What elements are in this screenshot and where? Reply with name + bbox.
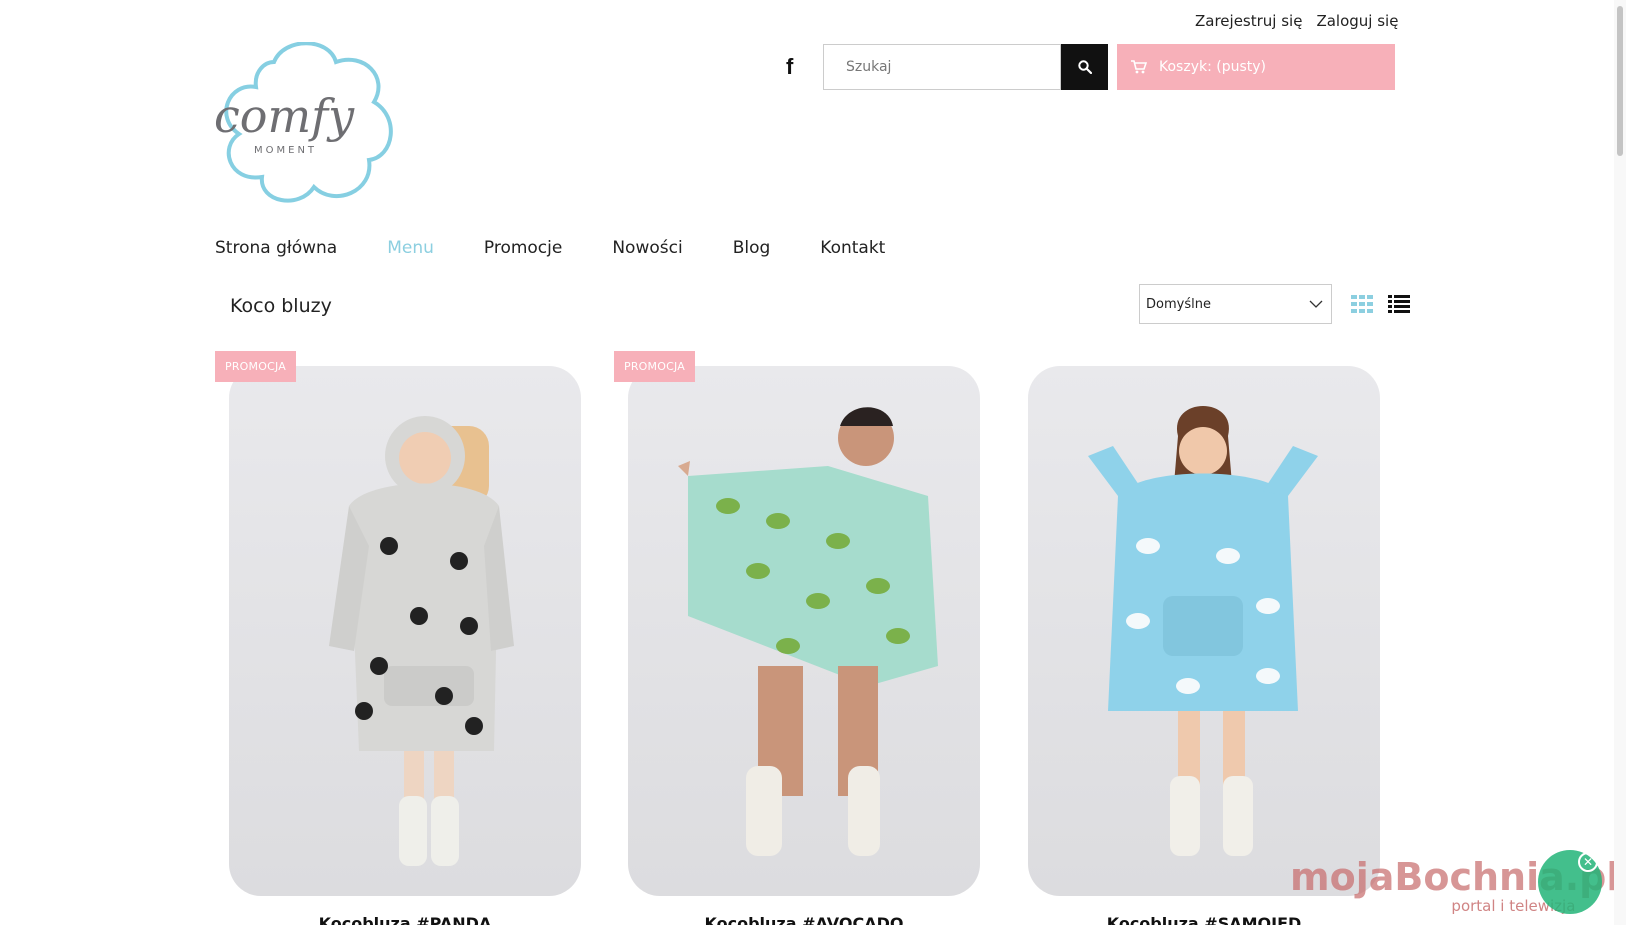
product-image[interactable] (628, 366, 980, 896)
promo-badge: PROMOCJA (614, 351, 695, 382)
facebook-icon[interactable]: f (786, 54, 793, 80)
hoodie-illustration (678, 407, 938, 856)
nav-item-promotions[interactable]: Promocje (484, 238, 562, 258)
promo-badge: PROMOCJA (215, 351, 296, 382)
cart-button[interactable]: Koszyk: (pusty) (1117, 44, 1395, 90)
hoodie-illustration (1088, 406, 1318, 856)
search-box (823, 44, 1061, 90)
nav-item-blog[interactable]: Blog (733, 238, 771, 258)
product-image[interactable] (229, 366, 581, 896)
chevron-down-icon (1309, 300, 1323, 308)
product-name[interactable]: Kocobluza #PANDA (229, 914, 581, 925)
nav-item-contact[interactable]: Kontakt (820, 238, 885, 258)
list-view-icon[interactable] (1388, 295, 1410, 317)
sort-select[interactable]: Domyślne (1139, 284, 1332, 324)
account-links: Zarejestruj się Zaloguj się (1195, 12, 1398, 30)
login-link[interactable]: Zaloguj się (1316, 12, 1398, 30)
nav-item-home[interactable]: Strona główna (215, 238, 337, 258)
product-name[interactable]: Kocobluza #SAMOJED (1028, 914, 1380, 925)
product-card[interactable]: Kocobluza #SAMOJED (1028, 366, 1380, 925)
product-image[interactable] (1028, 366, 1380, 896)
close-icon[interactable]: ✕ (1578, 852, 1598, 872)
search-button[interactable] (1061, 44, 1108, 90)
cart-label: Koszyk: (pusty) (1159, 59, 1267, 75)
search-icon (1077, 60, 1092, 74)
category-title: Koco bluzy (230, 295, 332, 317)
svg-text:MOMENT: MOMENT (254, 145, 317, 156)
scrollbar[interactable] (1614, 0, 1626, 925)
watermark-subtitle: portal i telewizja (1451, 897, 1576, 915)
scrollbar-thumb[interactable] (1617, 6, 1623, 156)
nav-item-menu[interactable]: Menu (387, 238, 434, 258)
main-nav: Strona główna Menu Promocje Nowości Blog… (215, 238, 935, 258)
sort-selected-value: Domyślne (1146, 296, 1211, 312)
cart-icon (1131, 60, 1147, 74)
nav-item-new[interactable]: Nowości (612, 238, 682, 258)
register-link[interactable]: Zarejestruj się (1195, 12, 1302, 30)
hoodie-illustration (329, 416, 514, 866)
product-card[interactable]: PROMOCJA Kocobluza #PANDA (215, 351, 581, 925)
product-name[interactable]: Kocobluza #AVOCADO (628, 914, 980, 925)
search-input[interactable] (824, 45, 1060, 89)
grid-view-icon[interactable] (1351, 295, 1373, 317)
svg-text:comfy: comfy (214, 89, 355, 143)
product-card[interactable]: PROMOCJA Kocobluza #AVOCADO (614, 351, 980, 925)
comfy-moment-logo[interactable]: comfy MOMENT (214, 41, 400, 210)
